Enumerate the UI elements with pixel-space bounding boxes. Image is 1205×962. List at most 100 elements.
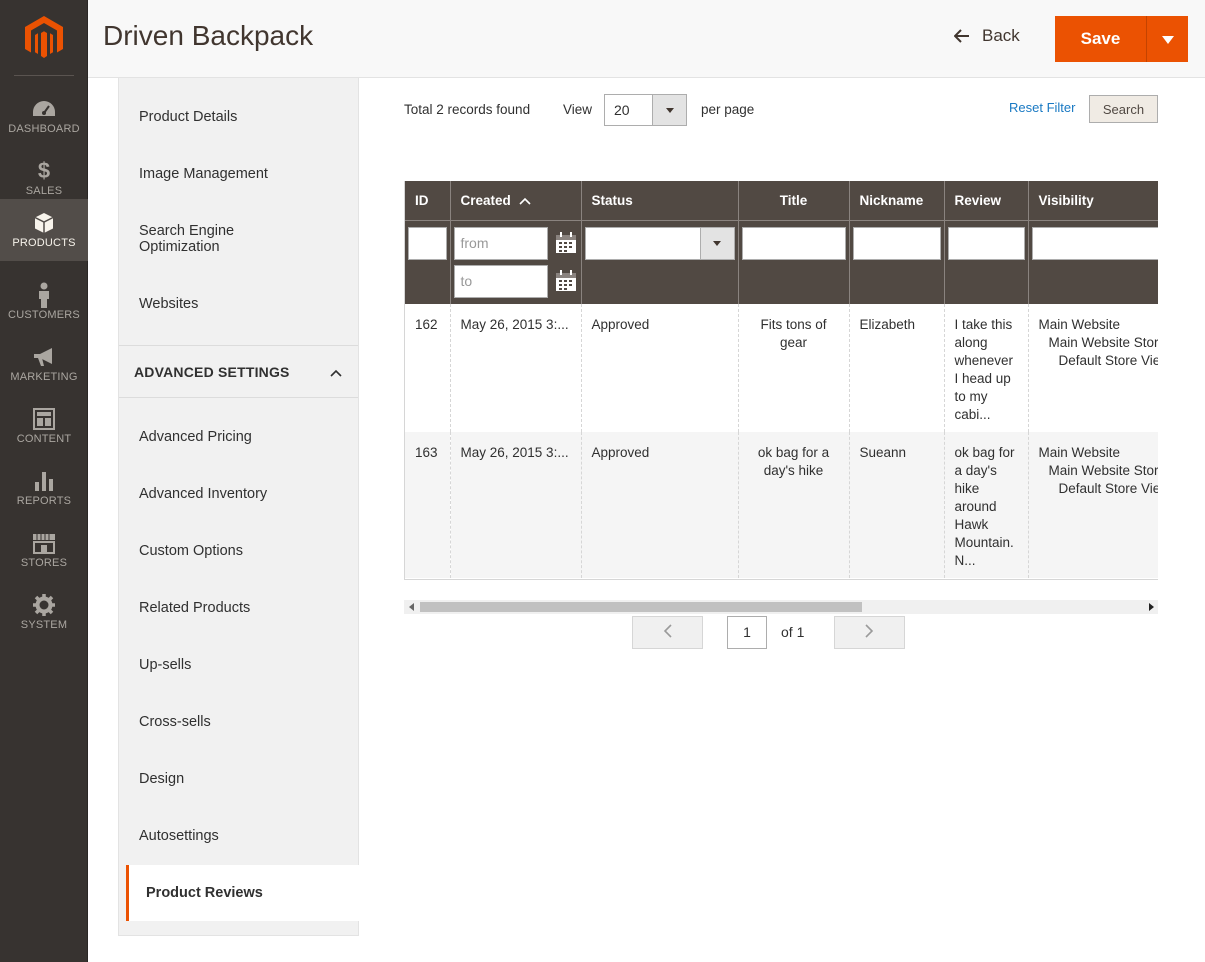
cell-visibility: Main Website Main Website Store Default …	[1028, 432, 1158, 578]
box-icon	[32, 211, 56, 235]
sidebar-item-advanced-pricing[interactable]: Advanced Pricing	[119, 410, 358, 463]
visibility-website: Main Website	[1038, 317, 1121, 332]
column-header-review[interactable]: Review	[944, 181, 1029, 221]
page-title: Driven Backpack	[103, 20, 314, 51]
column-header-visibility[interactable]: Visibility	[1028, 181, 1158, 221]
calendar-icon[interactable]	[554, 231, 578, 255]
sidebar-item-cross-sells[interactable]: Cross-sells	[119, 695, 358, 748]
search-button[interactable]: Search	[1089, 95, 1158, 123]
visibility-filter-input[interactable]	[1031, 226, 1158, 260]
caret-down-icon	[652, 95, 686, 125]
column-header-created[interactable]: Created	[450, 181, 582, 221]
cell-title: Fits tons of gear	[738, 304, 850, 432]
title-filter-input[interactable]	[741, 226, 846, 260]
megaphone-icon	[32, 345, 56, 369]
cell-status: Approved	[581, 304, 739, 432]
column-header-nickname[interactable]: Nickname	[849, 181, 945, 221]
caret-down-icon	[1161, 32, 1174, 47]
save-split-button: Save	[1055, 16, 1188, 62]
arrow-left-icon	[954, 29, 970, 43]
product-sections-sidebar: Product Details Image Management Search …	[118, 78, 359, 936]
back-button[interactable]: Back	[954, 26, 1020, 46]
previous-page-button[interactable]	[632, 616, 703, 649]
nav-divider	[14, 75, 74, 76]
records-count: Total 2 records found	[404, 102, 531, 117]
sidebar-item-up-sells[interactable]: Up-sells	[119, 638, 358, 691]
reviews-grid: ID Created Status Title Nickname Review …	[404, 181, 1158, 580]
visibility-store: Main Website Store	[1048, 463, 1159, 478]
table-row[interactable]: 163 May 26, 2015 3:... Approved ok bag f…	[405, 432, 1158, 578]
grid-filter-row: from to	[405, 220, 1158, 304]
nav-item-marketing[interactable]: MARKETING	[0, 333, 88, 395]
back-label: Back	[982, 26, 1020, 45]
magento-logo-icon[interactable]	[0, 0, 88, 75]
sidebar-item-product-details[interactable]: Product Details	[119, 90, 358, 143]
bar-chart-icon	[32, 469, 56, 493]
cell-visibility: Main Website Main Website Store Default …	[1028, 304, 1158, 432]
visibility-website: Main Website	[1038, 445, 1121, 460]
cell-id: 163	[405, 432, 451, 578]
page-header: Driven Backpack Back Save	[88, 0, 1205, 78]
cell-nickname: Sueann	[849, 432, 945, 578]
nickname-filter-input[interactable]	[852, 226, 941, 260]
sidebar-item-websites[interactable]: Websites	[119, 277, 358, 330]
nav-item-customers[interactable]: CUSTOMERS	[0, 271, 88, 333]
page-number-input[interactable]: 1	[727, 616, 767, 649]
cell-id: 162	[405, 304, 451, 432]
person-icon	[32, 282, 56, 308]
horizontal-scrollbar[interactable]	[404, 600, 1158, 614]
sidebar-item-image-management[interactable]: Image Management	[119, 147, 358, 200]
next-page-button[interactable]	[834, 616, 905, 649]
cell-created: May 26, 2015 3:...	[450, 432, 582, 578]
column-header-id[interactable]: ID	[405, 181, 451, 221]
created-to-input[interactable]: to	[453, 264, 548, 298]
section-title: ADVANCED SETTINGS	[134, 363, 290, 380]
cell-nickname: Elizabeth	[849, 304, 945, 432]
cell-created: May 26, 2015 3:...	[450, 304, 582, 432]
nav-item-system[interactable]: SYSTEM	[0, 581, 88, 643]
visibility-store-view: Default Store View	[1058, 353, 1159, 368]
admin-menu: DASHBOARD $ SALES PRODUCTS CUSTOMERS MAR…	[0, 0, 88, 962]
cell-review: ok bag for a day's hike around Hawk Moun…	[944, 432, 1029, 578]
per-page-select[interactable]: 20	[604, 94, 687, 126]
nav-item-reports[interactable]: REPORTS	[0, 457, 88, 519]
status-filter-select[interactable]	[584, 226, 735, 260]
nav-item-content[interactable]: CONTENT	[0, 395, 88, 457]
nav-item-stores[interactable]: STORES	[0, 519, 88, 581]
review-filter-input[interactable]	[947, 226, 1025, 260]
dashboard-icon	[32, 97, 56, 121]
grid-header-row: ID Created Status Title Nickname Review …	[405, 181, 1158, 221]
nav-item-dashboard[interactable]: DASHBOARD	[0, 85, 88, 147]
advanced-settings-section[interactable]: ADVANCED SETTINGS	[119, 345, 358, 398]
nav-item-products[interactable]: PRODUCTS	[0, 199, 88, 261]
sidebar-item-related-products[interactable]: Related Products	[119, 581, 358, 634]
column-header-title[interactable]: Title	[738, 181, 850, 221]
column-header-status[interactable]: Status	[581, 181, 739, 221]
sidebar-item-advanced-inventory[interactable]: Advanced Inventory	[119, 467, 358, 520]
save-options-toggle[interactable]	[1147, 16, 1188, 62]
scrollbar-thumb[interactable]	[420, 602, 862, 612]
table-row[interactable]: 162 May 26, 2015 3:... Approved Fits ton…	[405, 304, 1158, 432]
sidebar-item-autosettings[interactable]: Autosettings	[119, 809, 358, 862]
reset-filter-link[interactable]: Reset Filter	[1009, 100, 1075, 115]
scroll-right-icon[interactable]	[1147, 603, 1155, 611]
caret-down-icon	[699, 227, 734, 259]
sidebar-item-seo[interactable]: Search Engine Optimization	[119, 214, 269, 264]
per-page-value: 20	[614, 102, 630, 118]
scroll-left-icon[interactable]	[407, 603, 415, 611]
created-from-input[interactable]: from	[453, 226, 548, 260]
sort-ascending-icon	[518, 197, 531, 205]
view-label: View	[563, 102, 593, 117]
id-filter-input[interactable]	[408, 226, 447, 260]
sidebar-item-custom-options[interactable]: Custom Options	[119, 524, 358, 577]
visibility-store-view: Default Store View	[1058, 481, 1159, 496]
save-button[interactable]: Save	[1055, 16, 1147, 62]
cell-status: Approved	[581, 432, 739, 578]
sidebar-item-product-reviews[interactable]: Product Reviews	[126, 865, 359, 921]
gear-icon	[32, 593, 56, 617]
per-page-label: per page	[701, 102, 755, 117]
sidebar-item-design[interactable]: Design	[119, 752, 358, 805]
calendar-icon[interactable]	[554, 269, 578, 293]
dollar-icon: $	[37, 158, 51, 183]
chevron-up-icon	[330, 364, 342, 380]
